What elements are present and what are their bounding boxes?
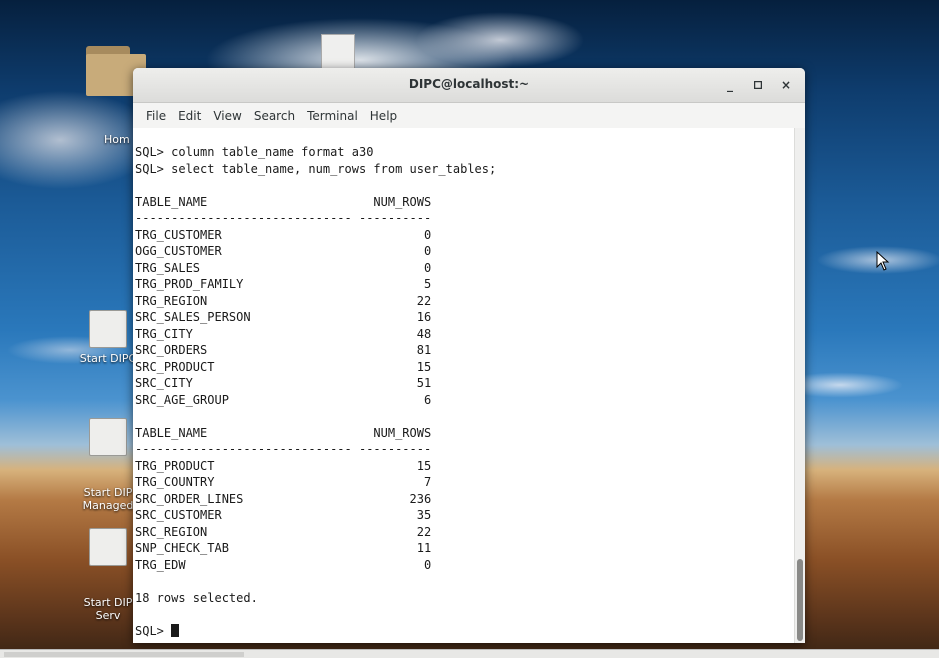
window-titlebar[interactable]: DIPC@localhost:~ _ × [133,68,805,103]
terminal-line: SRC_PRODUCT 15 [135,359,432,374]
terminal-line: SQL> select table_name, num_rows from us… [135,161,497,176]
terminal-text: SQL> column table_name format a30 SQL> se… [135,144,496,639]
start-dipc-server-launcher[interactable]: Start DIP Serv [78,502,138,648]
scrollbar-thumb[interactable] [797,559,803,641]
minimize-button[interactable]: _ [719,74,741,96]
maximize-icon [753,80,763,90]
maximize-button[interactable] [747,74,769,96]
menu-bar: File Edit View Search Terminal Help [133,103,805,129]
terminal-line: TRG_CUSTOMER 0 [135,227,432,242]
terminal-line: SNP_CHECK_TAB 11 [135,541,432,555]
text-cursor [171,623,180,637]
terminal-line: TRG_COUNTRY 7 [135,475,432,489]
terminal-prompt-line[interactable]: SQL> [135,623,496,640]
terminal-line: SRC_ORDER_LINES 236 [135,491,432,506]
menu-terminal[interactable]: Terminal [302,106,363,126]
launcher-file-icon [89,418,127,456]
sql-prompt: SQL> [135,623,172,638]
terminal-line: TABLE_NAME NUM_ROWS [135,194,432,209]
terminal-line: ------------------------------ ---------… [135,442,432,456]
menu-help[interactable]: Help [365,106,402,126]
menu-search[interactable]: Search [249,106,300,126]
bottom-panel [0,649,939,658]
close-button[interactable]: × [775,74,797,96]
terminal-output-area[interactable]: SQL> column table_name format a30 SQL> se… [133,128,805,643]
terminal-window[interactable]: DIPC@localhost:~ _ × File Edit View Sear… [133,68,805,643]
terminal-line: SRC_ORDERS 81 [135,343,432,357]
terminal-line: TRG_REGION 22 [135,293,432,308]
launcher-file-icon [89,310,127,348]
terminal-line: ------------------------------ ---------… [135,211,432,225]
terminal-line: TRG_PROD_FAMILY 5 [135,277,432,291]
menu-file[interactable]: File [141,106,171,126]
terminal-line: TRG_EDW 0 [135,557,432,572]
launcher-file-icon [89,528,127,566]
home-folder-label: Hom [104,133,130,146]
terminal-line: SRC_AGE_GROUP 6 [135,392,432,407]
terminal-line: SRC_REGION 22 [135,524,432,539]
document-icon[interactable] [321,34,355,70]
terminal-line: TABLE_NAME NUM_ROWS [135,425,432,440]
terminal-line: SRC_SALES_PERSON 16 [135,310,432,324]
terminal-line: SRC_CITY 51 [135,376,432,390]
terminal-line: OGG_CUSTOMER 0 [135,244,432,258]
start-dipc-launcher[interactable]: Start DIPC [78,310,138,365]
terminal-line: SRC_CUSTOMER 35 [135,508,432,522]
terminal-line: TRG_CITY 48 [135,326,432,341]
window-title: DIPC@localhost:~ [408,77,530,91]
desktop-background: Hom Start DIPC Start DIP Managed Start D… [0,0,939,658]
vertical-scrollbar[interactable] [794,128,805,643]
menu-edit[interactable]: Edit [173,106,206,126]
terminal-line: TRG_PRODUCT 15 [135,458,432,473]
taskbar-window-button[interactable] [4,652,244,657]
launcher-label: Start DIP Serv [83,596,133,622]
terminal-line: SQL> column table_name format a30 [135,145,374,159]
launcher-label: Start DIPC [79,352,137,365]
mouse-pointer-icon [876,251,890,271]
terminal-line: TRG_SALES 0 [135,260,432,275]
terminal-line: 18 rows selected. [135,590,258,605]
menu-view[interactable]: View [208,106,246,126]
